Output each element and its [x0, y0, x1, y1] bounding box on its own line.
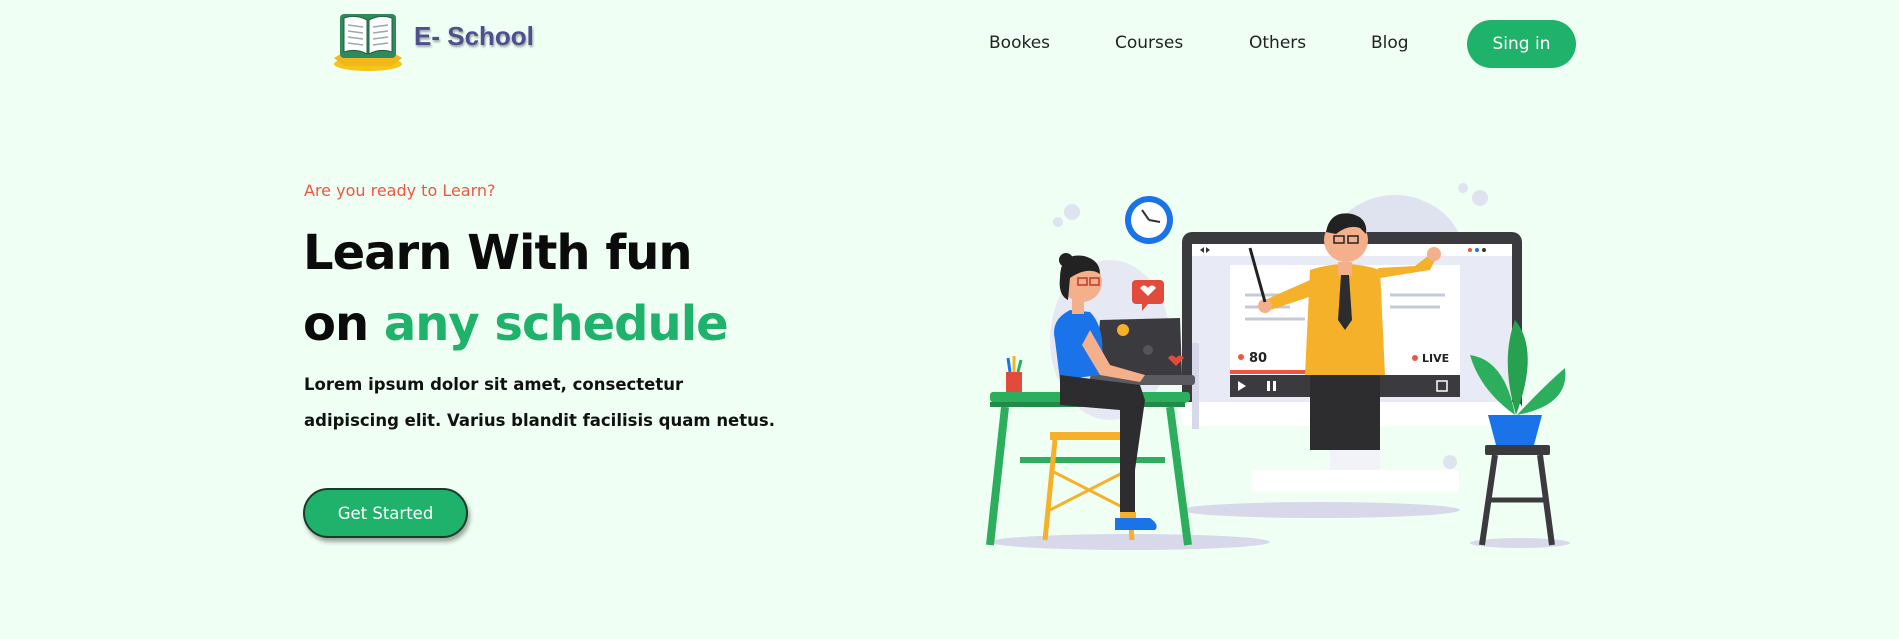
hero-description-line1: Lorem ipsum dolor sit amet, consectetur — [304, 375, 684, 394]
hero-description-line2: adipiscing elit. Varius blandit facilisi… — [304, 411, 775, 430]
hero-title-prefix: on — [303, 296, 384, 352]
live-label: LIVE — [1422, 352, 1449, 365]
book-logo-icon — [334, 14, 402, 71]
hero-title-accent: any schedule — [383, 296, 729, 352]
sign-in-button[interactable]: Sing in — [1467, 20, 1576, 68]
hero-title-line1: Learn With fun — [303, 225, 693, 281]
hero-title-line2: on any schedule — [303, 296, 729, 352]
online-learning-illustration: 80 LIVE — [986, 183, 1570, 550]
viewer-count: 80 — [1249, 351, 1267, 366]
get-started-button[interactable]: Get Started — [303, 488, 468, 538]
nav-link-others[interactable]: Others — [1249, 33, 1306, 53]
logo-text: E- School — [414, 20, 534, 51]
nav-link-bookes[interactable]: Bookes — [989, 33, 1050, 53]
nav-link-blog[interactable]: Blog — [1371, 33, 1409, 53]
nav-link-courses[interactable]: Courses — [1115, 33, 1183, 53]
clock-icon — [1125, 196, 1173, 244]
logo[interactable]: E- School — [330, 8, 534, 74]
hero-eyebrow: Are you ready to Learn? — [304, 181, 496, 200]
